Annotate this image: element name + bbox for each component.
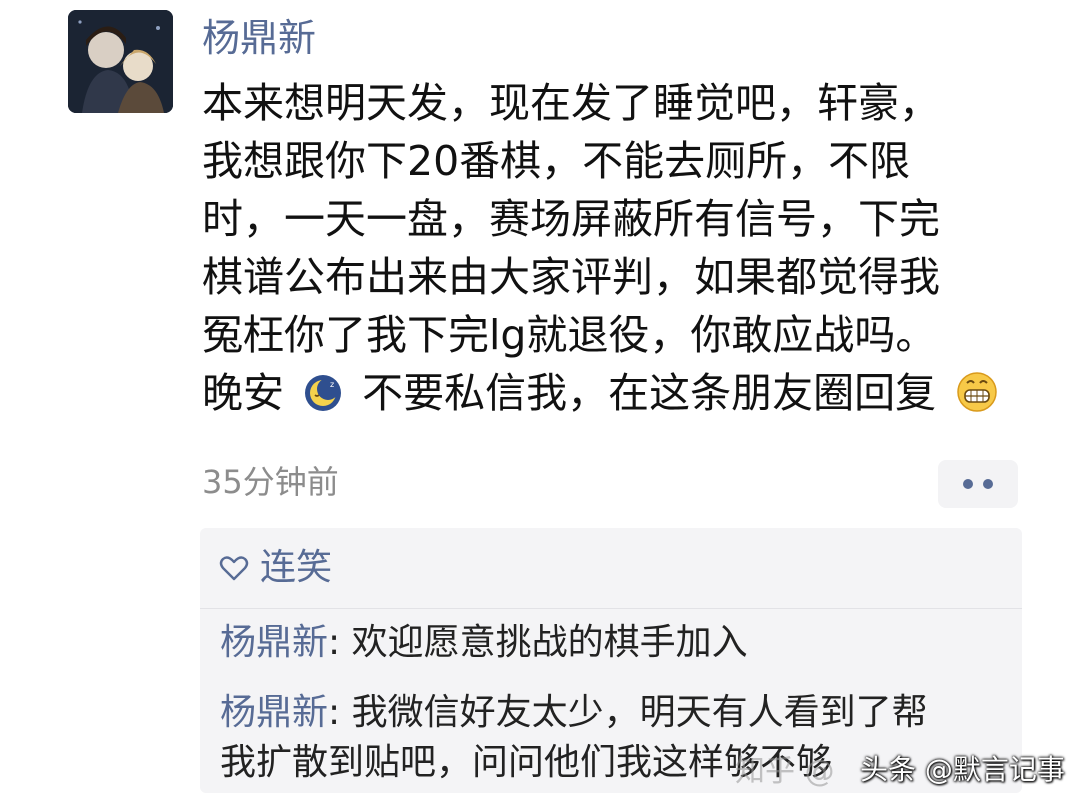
post-timestamp: 35分钟前	[202, 463, 339, 501]
avatar[interactable]	[68, 10, 173, 113]
divider	[200, 608, 1022, 609]
likes-row: 连笑	[218, 540, 332, 596]
comment-author[interactable]: 杨鼎新	[220, 692, 328, 733]
svg-text:z: z	[330, 380, 334, 389]
comment-line: 杨鼎新: 欢迎愿意挑战的棋手加入	[220, 618, 1010, 668]
post-line: 冤枉你了我下完lg就退役，你敢应战吗。	[202, 311, 937, 359]
post-line: 本来想明天发，现在发了睡觉吧，轩豪，	[202, 79, 940, 127]
post-line-text: 不要私信我，在这条朋友圈回复	[362, 369, 937, 417]
moon-sleep-emoji-icon: z	[303, 370, 343, 428]
post-line-text: 晚安	[202, 369, 284, 417]
comment-text: 欢迎愿意挑战的棋手加入	[351, 622, 748, 663]
toutiao-watermark: 头条 @默言记事	[860, 753, 1065, 786]
post-line: 我想跟你下20番棋，不能去厕所，不限	[202, 137, 911, 185]
more-actions-button[interactable]	[938, 460, 1018, 508]
comment-author[interactable]: 杨鼎新	[220, 622, 328, 663]
heart-icon	[219, 556, 249, 581]
post-author-name[interactable]: 杨鼎新	[202, 10, 316, 66]
zhihu-watermark: 知乎 @	[735, 754, 835, 789]
comment-item[interactable]: 杨鼎新: 欢迎愿意挑战的棋手加入	[220, 618, 1010, 668]
post-line: 时，一天一盘，赛场屏蔽所有信号，下完	[202, 195, 940, 243]
comment-line: 杨鼎新: 我微信好友太少，明天有人看到了帮	[220, 688, 1010, 738]
like-user-name[interactable]: 连笑	[260, 543, 332, 593]
post-line: 棋谱公布出来由大家评判，如果都觉得我	[202, 253, 940, 301]
post-last-line: 晚安 z 不要私信我，在这条朋友圈回复	[202, 364, 1022, 428]
avatar-image	[68, 10, 173, 113]
comment-separator: :	[328, 692, 352, 733]
post-text: 本来想明天发，现在发了睡觉吧，轩豪， 我想跟你下20番棋，不能去厕所，不限 时，…	[202, 74, 1022, 428]
more-dot-icon	[963, 479, 973, 489]
grin-emoji-icon	[955, 369, 999, 428]
comment-separator: :	[328, 622, 352, 663]
comment-text: 我微信好友太少，明天有人看到了帮	[351, 692, 928, 733]
more-dot-icon	[983, 479, 993, 489]
